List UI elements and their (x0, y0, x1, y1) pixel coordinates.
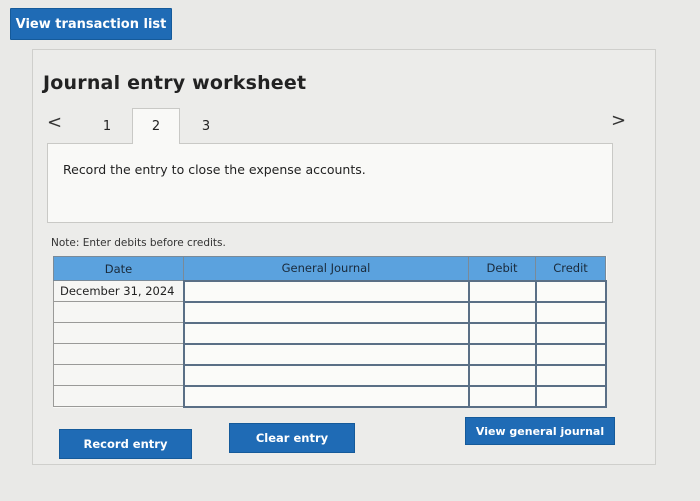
record-entry-button[interactable]: Record entry (59, 429, 192, 459)
date-cell (53, 301, 184, 323)
date-cell: December 31, 2024 (53, 280, 184, 302)
view-transaction-list-button[interactable]: View transaction list (10, 8, 172, 40)
debit-header: Debit (468, 256, 536, 281)
account-input[interactable] (182, 279, 470, 303)
date-header: Date (53, 256, 184, 281)
credit-input[interactable] (534, 342, 607, 366)
tab-2[interactable]: 2 (132, 108, 180, 144)
debit-input[interactable] (467, 342, 537, 366)
credit-input[interactable] (534, 279, 607, 303)
note-text: Note: Enter debits before credits. (51, 237, 226, 249)
debit-input[interactable] (467, 279, 537, 303)
journal-entry-worksheet-panel: Journal entry worksheet < 1 2 3 > Record… (32, 49, 656, 465)
account-input[interactable] (182, 342, 470, 366)
table-header-row: Date General Journal Debit Credit (53, 256, 606, 281)
table-row (53, 384, 607, 408)
account-input[interactable] (182, 321, 470, 345)
debit-input[interactable] (467, 321, 537, 345)
instruction-box: Record the entry to close the expense ac… (47, 143, 613, 223)
table-row (53, 300, 607, 324)
clear-entry-button[interactable]: Clear entry (229, 423, 355, 453)
general-journal-header: General Journal (183, 256, 469, 281)
table-row (53, 363, 607, 387)
credit-input[interactable] (534, 321, 607, 345)
account-input[interactable] (182, 363, 470, 387)
table-row (53, 342, 607, 366)
journal-table: Date General Journal Debit Credit Decemb… (53, 256, 607, 408)
date-cell (53, 364, 184, 386)
chevron-left-icon[interactable]: < (47, 112, 62, 133)
date-cell (53, 385, 184, 407)
date-cell (53, 343, 184, 365)
credit-header: Credit (535, 256, 606, 281)
debit-input[interactable] (467, 300, 537, 324)
account-input[interactable] (182, 300, 470, 324)
view-general-journal-button[interactable]: View general journal (465, 417, 615, 445)
worksheet-title: Journal entry worksheet (43, 72, 307, 94)
table-row (53, 321, 607, 345)
date-cell (53, 322, 184, 344)
tab-1[interactable]: 1 (83, 108, 131, 144)
account-input[interactable] (182, 384, 470, 408)
credit-input[interactable] (534, 300, 607, 324)
instruction-text: Record the entry to close the expense ac… (63, 162, 366, 177)
chevron-right-icon[interactable]: > (611, 110, 626, 131)
credit-input[interactable] (534, 384, 607, 408)
debit-input[interactable] (467, 384, 537, 408)
debit-input[interactable] (467, 363, 537, 387)
credit-input[interactable] (534, 363, 607, 387)
table-row: December 31, 2024 (53, 279, 607, 303)
tab-3[interactable]: 3 (182, 108, 230, 144)
